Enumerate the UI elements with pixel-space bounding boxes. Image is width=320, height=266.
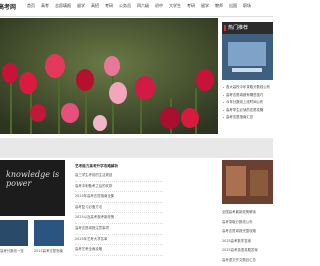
list-item[interactable]: 2025年高考志愿指南全集	[75, 192, 163, 203]
list-item[interactable]: 2025高考数学答案	[222, 237, 273, 247]
nav-item[interactable]: 志愿填报	[55, 3, 71, 9]
sidebar-list: 各大高校今年录取分数线公布 高考志愿填报有哪些技巧 今年分数线上线时间公布 高考学生必…	[222, 84, 273, 122]
list-item[interactable]: 高考志愿填报注意事项	[75, 224, 163, 235]
nav-item[interactable]: 留学	[77, 3, 85, 9]
sidebar-heading-text: 热门推荐	[228, 25, 249, 31]
list-item[interactable]: 高考冲刺备考之后的安排	[75, 182, 163, 193]
middle-list-title[interactable]: 艺考能力高考升学攻略解析	[75, 162, 163, 171]
sidebar-item[interactable]: 今年分数线上线时间公布	[222, 99, 273, 107]
list-item[interactable]: 高考录取分数线公布	[222, 218, 273, 228]
sidebar-item[interactable]: 高考学生必读的志愿攻略	[222, 107, 273, 115]
nav-item[interactable]: 四六级	[137, 3, 149, 9]
section-divider	[0, 138, 273, 158]
sidebar-item[interactable]: 各大高校今年录取分数线公布	[222, 84, 273, 92]
nav-item[interactable]: 大学生	[169, 3, 181, 9]
list-item[interactable]: 高考志愿填报完整攻略	[222, 227, 273, 237]
site-logo[interactable]: 高考网	[0, 2, 16, 11]
nav-item[interactable]: 出国	[229, 3, 237, 9]
list-item[interactable]: 全国高考最新政策解读	[222, 208, 273, 218]
list-item[interactable]: 2025高考英语真题答案	[222, 246, 273, 256]
thumbnail-image-1[interactable]	[0, 220, 28, 246]
sidebar-item[interactable]: 高考志愿指南汇总	[222, 114, 273, 122]
right-feature-image[interactable]	[222, 160, 273, 204]
list-item[interactable]: 高考复习必备方法	[75, 203, 163, 214]
thumbnail-image-2[interactable]	[34, 220, 64, 246]
nav-item[interactable]: 考研	[105, 3, 113, 9]
main-nav: 首页 高考 志愿填报 留学 高招 考研 公务员 四六级 初中 大学生 考研 留学 教师 出国 职场	[27, 3, 251, 9]
top-navbar: 高考网 首页 高考 志愿填报 留学 高招 考研 公务员 四六级 初中 大学生 考研 留学 教师 出国 职场	[0, 0, 273, 17]
list-item[interactable]: 2025以及高考报考新政策	[75, 213, 163, 224]
blackboard-image[interactable]: knowledge is power	[0, 160, 65, 216]
nav-item[interactable]: 职场	[243, 3, 251, 9]
sidebar-thumbnail[interactable]	[222, 34, 273, 80]
nav-item[interactable]: 高考	[41, 3, 49, 9]
list-item[interactable]: 高考语文作文题目汇总	[222, 256, 273, 266]
sidebar-heading: 热门推荐	[222, 22, 273, 34]
nav-item[interactable]: 考研	[187, 3, 195, 9]
tulip-illustration	[0, 18, 218, 134]
thumbnail-caption-2[interactable]: 2025高考志愿指南	[34, 248, 63, 253]
blackboard-text: knowledge is power	[6, 170, 60, 188]
thumbnail-graphic	[222, 34, 273, 80]
right-article-list: 全国高考最新政策解读 高考录取分数线公布 高考志愿填报完整攻略 2025高考数学答案 2…	[222, 208, 273, 266]
nav-item[interactable]: 初中	[155, 3, 163, 9]
nav-item[interactable]: 首页	[27, 3, 35, 9]
heading-marker	[224, 25, 226, 31]
middle-article-list: 艺考能力高考升学攻略解析 高三学生考前的生活规划 高考冲刺备考之后的安排 2025年…	[75, 162, 163, 256]
list-item[interactable]: 2025年艺考大学名单	[75, 235, 163, 246]
nav-item[interactable]: 教师	[215, 3, 223, 9]
nav-item[interactable]: 留学	[201, 3, 209, 9]
nav-item[interactable]: 高招	[91, 3, 99, 9]
list-item[interactable]: 高考艺考全面攻略	[75, 245, 163, 256]
right-feature-graphic	[222, 160, 273, 204]
thumbnail-caption-1[interactable]: 高考分数线一览	[0, 248, 24, 253]
nav-item[interactable]: 公务员	[119, 3, 131, 9]
sidebar-item[interactable]: 高考志愿填报有哪些技巧	[222, 92, 273, 100]
list-item[interactable]: 高三学生考前的生活规划	[75, 171, 163, 182]
hero-tulip-image[interactable]	[0, 18, 218, 134]
